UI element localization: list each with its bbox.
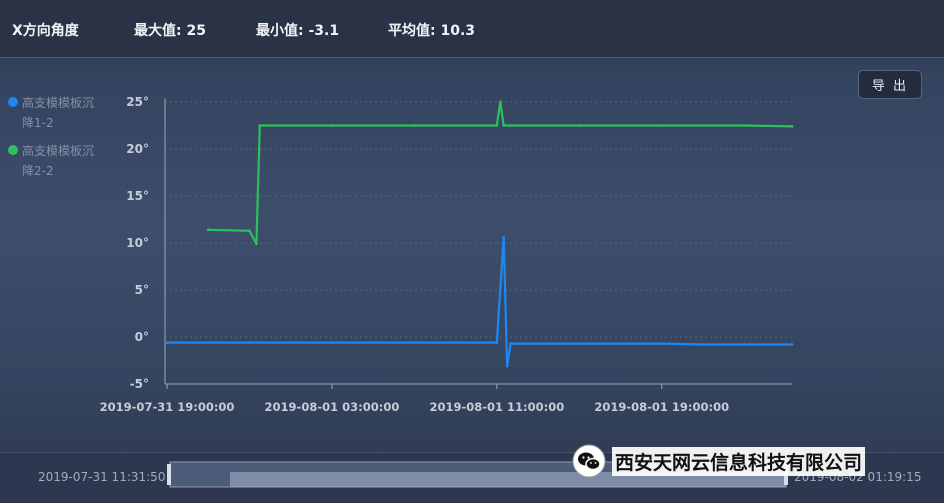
data-point	[742, 343, 746, 346]
data-point	[660, 124, 664, 127]
watermark: 西安天网云信息科技有限公司	[572, 443, 866, 479]
x-tick-label: 2019-08-01 11:00:00	[429, 400, 564, 414]
data-point	[495, 341, 499, 344]
data-point	[790, 125, 794, 128]
data-point	[330, 124, 334, 127]
x-tick-label: 2019-08-01 03:00:00	[265, 400, 400, 414]
y-tick-label: 10°	[126, 236, 149, 250]
data-point	[248, 229, 251, 233]
data-point	[165, 341, 169, 344]
data-point	[413, 124, 416, 127]
data-point	[660, 342, 664, 345]
data-point	[701, 343, 705, 346]
y-tick-label: 5°	[135, 283, 149, 297]
y-tick-label: 20°	[126, 142, 149, 156]
data-point	[502, 124, 506, 127]
data-point	[495, 124, 499, 127]
y-tick-label: -5°	[130, 377, 149, 391]
x-tick-label: 2019-08-01 19:00:00	[594, 400, 729, 414]
x-tick-label: 2019-07-31 19:00:00	[100, 400, 235, 414]
wechat-icon	[572, 444, 606, 478]
zoom-handle-left[interactable]	[167, 464, 171, 485]
data-point	[206, 228, 210, 232]
data-point	[413, 341, 416, 344]
data-point	[255, 242, 258, 246]
series-line-2	[208, 100, 793, 245]
data-point	[577, 342, 581, 345]
y-tick-label: 0°	[135, 330, 149, 344]
data-point	[330, 341, 334, 344]
data-point	[505, 364, 509, 368]
series-line-1	[167, 236, 792, 368]
data-point	[502, 236, 506, 239]
y-tick-label: 25°	[126, 95, 149, 109]
data-point	[742, 124, 746, 127]
line-chart: -5° 0° 5° 10° 15° 20° 25° 2019-07-31 19:00:00 20…	[100, 95, 794, 414]
data-point	[498, 100, 502, 104]
data-point	[790, 343, 794, 346]
data-point	[577, 124, 581, 127]
data-point	[258, 124, 262, 127]
data-point	[248, 341, 251, 344]
y-tick-label: 15°	[126, 189, 149, 203]
data-point	[509, 342, 512, 345]
watermark-text: 西安天网云信息科技有限公司	[612, 446, 866, 476]
slider-start-label: 2019-07-31 11:31:50	[38, 470, 166, 484]
